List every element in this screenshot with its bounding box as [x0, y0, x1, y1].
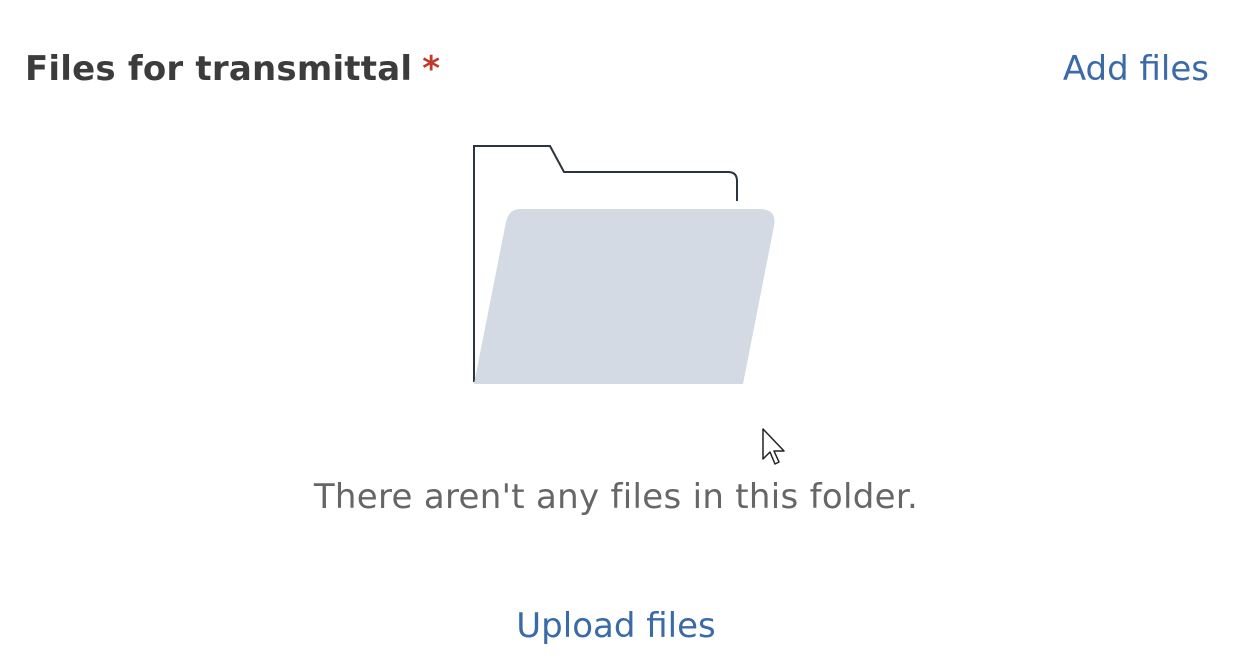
add-files-link[interactable]: Add files	[1063, 47, 1209, 91]
mouse-cursor-icon	[762, 428, 785, 465]
required-marker: *	[422, 49, 441, 89]
section-title-text: Files for transmittal	[25, 49, 413, 89]
empty-folder-icon	[473, 145, 775, 384]
upload-files-container: Upload files	[0, 604, 1232, 648]
section-title: Files for transmittal *	[25, 47, 440, 91]
empty-state-message: There aren't any files in this folder.	[313, 477, 919, 517]
upload-files-link[interactable]: Upload files	[516, 606, 715, 646]
files-for-transmittal-panel: Files for transmittal * Add files There a…	[0, 0, 1252, 669]
